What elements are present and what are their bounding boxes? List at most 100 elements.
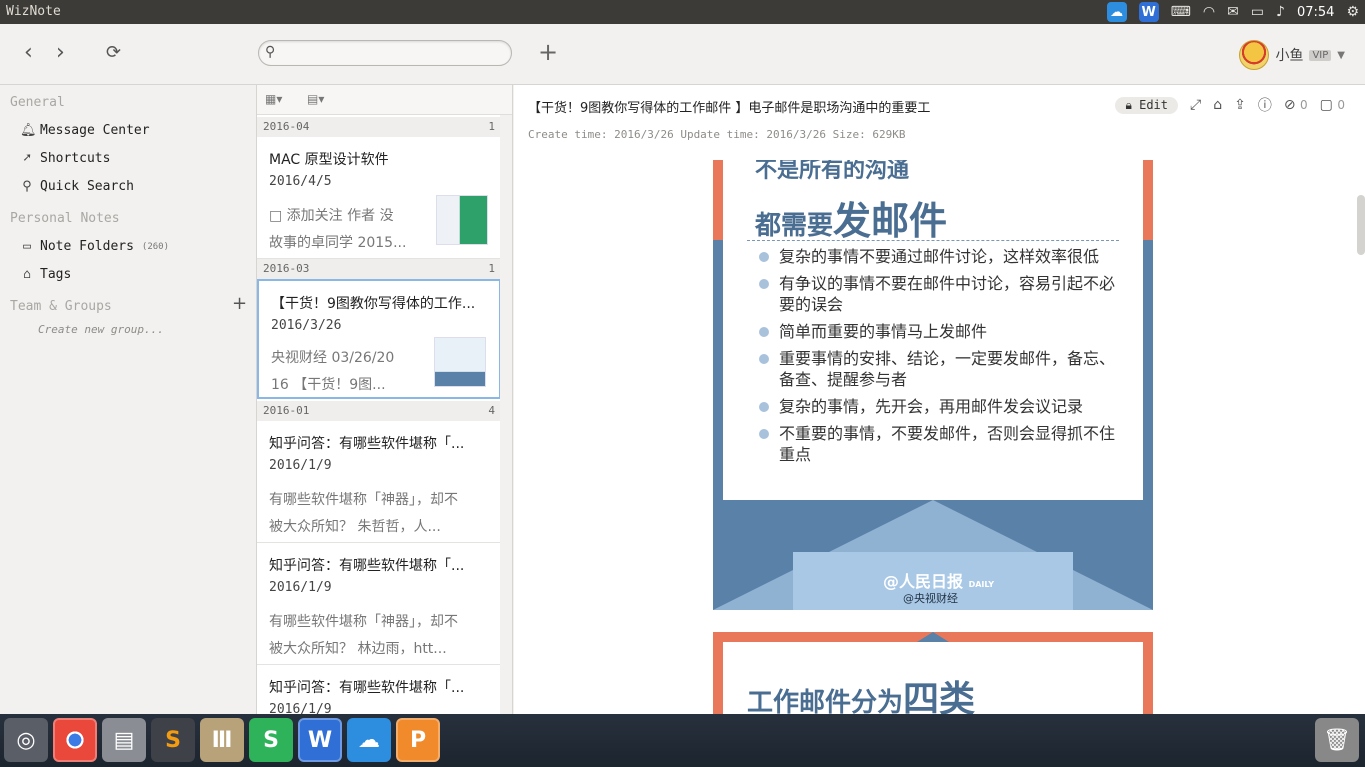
poster-bullet: 复杂的事情不要通过邮件讨论，这样效率很低 [759,246,1129,267]
list-item-selected[interactable]: 【干货！9图教你写得体的工作... 2016/3/26 央视财经 03/26/2… [257,279,501,399]
note-date: 2016/3/26 [271,318,342,333]
edit-button[interactable]: 🔒︎ Edit [1115,96,1179,114]
user-name: 小鱼 [1275,48,1304,64]
pdf-reader-icon[interactable]: P [396,718,440,762]
sidebar-item-quick-search[interactable]: ⚲ Quick Search [20,179,134,194]
poster-border-left [713,160,723,240]
poster-logo: @人民日报 DAILY [883,572,995,591]
sidebar-item-label: Quick Search [40,179,134,194]
share-icon[interactable]: ⇪ [1234,97,1246,113]
clock[interactable]: 07:54 [1297,5,1334,20]
sidebar-item-label: Tags [40,267,72,282]
folder-icon: ▭ [23,239,31,254]
baidu-cloud-icon[interactable]: ☁ [1106,2,1127,22]
sidebar-item-message-center[interactable]: 🔔︎ Message Center [20,123,150,138]
rocket-icon: ➚ [23,151,31,166]
sidebar-item-label: Message Center [40,123,150,138]
sublime-text-icon[interactable]: S [151,718,195,762]
file-manager-icon[interactable]: ▤ [102,718,146,762]
poster-watermark: @央视财经 [903,592,958,605]
battery-icon[interactable]: ▭ [1251,4,1264,20]
list-item[interactable]: 知乎问答：有哪些软件堪称「... 2016/1/9 有哪些软件堪称「神器」，却不… [257,421,501,543]
wps-writer-icon[interactable]: W [298,718,342,762]
poster-bullet: 不重要的事情，不要发邮件，否则会显得抓不住重点 [759,423,1129,465]
gear-icon[interactable]: ⚙ [1346,4,1359,20]
document-toolbar: 🔒︎ Edit ⤢ ⌂ ⇪ ⓘ ⊘ 0 ▢ 0 [1115,95,1345,115]
forward-button[interactable]: › [56,42,65,64]
sidebar: General 🔔︎ Message Center ➚ Shortcuts ⚲ … [0,85,257,714]
poster-heading-main: 都需要发邮件 [755,199,948,243]
poster-card: 不是所有的沟通 都需要发邮件 复杂的事情不要通过邮件讨论，这样效率很低 有争议的… [723,160,1143,500]
trash-icon[interactable]: 🗑︎ [1315,718,1359,762]
poster-bullet: 重要事情的安排、结论，一定要发邮件，备忘、备查、提醒参与者 [759,348,1129,390]
wps-icon[interactable]: W [1138,2,1159,22]
poster-bullet: 有争议的事情不要在邮件中讨论，容易引起不必要的误会 [759,273,1129,315]
user-menu[interactable]: 小鱼 VIP ▼ [1239,40,1345,70]
comment-count: 0 [1337,98,1345,112]
sidebar-item-label: Shortcuts [40,151,111,166]
search-input[interactable] [285,44,505,62]
poster-bullets: 复杂的事情不要通过邮件讨论，这样效率很低 有争议的事情不要在邮件中讨论，容易引起… [759,246,1129,471]
poster-next-heading: 工作邮件分为四类 [747,679,976,714]
edit-label: Edit [1139,97,1169,112]
spreadsheet-icon[interactable]: S [249,718,293,762]
lock-icon: 🔒︎ [1125,97,1132,112]
add-group-button[interactable]: + [232,293,247,314]
search-box[interactable]: ⚲ [258,40,512,66]
avatar[interactable] [1239,40,1270,70]
poster-bullet: 简单而重要的事情马上发邮件 [759,321,1129,342]
back-button[interactable]: ‹ [24,42,33,64]
mail-icon[interactable]: ✉ [1227,4,1239,20]
note-abstract: 有哪些软件堪称「神器」，却不 被大众所知？ 朱哲哲，人... [269,492,458,535]
sidebar-item-label: Note Folders [40,239,134,254]
group-count: 1 [488,120,495,133]
sidebar-item-note-folders[interactable]: ▭ Note Folders (260) [20,239,169,254]
volume-icon[interactable]: ♪ [1276,4,1285,20]
grid-view-icon[interactable]: ▦▾ [265,92,282,106]
list-item[interactable]: 知乎问答：有哪些软件堪称「... 2016/1/9 有哪些软件堪称「神器」，却不… [257,543,501,665]
group-date: 2016-01 [263,404,310,417]
note-abstract: 有哪些软件堪称「神器」，却不 被大众所知？ 林边雨，htt... [269,614,458,657]
content-scrollbar[interactable] [1357,195,1365,255]
document-title: 【干货！9图教你写得体的工作邮件 】电子邮件是职场沟通中的重要工 [528,101,931,116]
attachment-icon[interactable]: ⊘ 0 [1284,97,1308,113]
note-date: 2016/1/9 [269,458,332,473]
keyboard-icon[interactable]: ⌨ [1171,4,1191,20]
app-toolbar: ‹ › ⟳ ⚲ + 小鱼 VIP ▼ [0,24,1365,85]
section-personal-notes: Personal Notes [10,211,120,226]
chevron-down-icon[interactable]: ▼ [1337,50,1345,61]
sidebar-item-tags[interactable]: ⌂ Tags [20,267,71,282]
folder-count: (260) [141,241,170,252]
note-abstract: □ 添加关注 作者 没 故事的卓同学 2015... [269,208,407,251]
note-title: 知乎问答：有哪些软件堪称「... [269,436,465,452]
sort-view-icon[interactable]: ▤▾ [307,92,324,106]
section-team-groups: Team & Groups [10,299,112,314]
search-icon: ⚲ [22,179,32,194]
create-group-link[interactable]: Create new group... [38,323,164,336]
expand-icon[interactable]: ⤢ [1190,97,1201,113]
note-date: 2016/4/5 [269,174,332,189]
note-thumbnail [434,337,486,387]
comment-icon[interactable]: ▢ 0 [1320,97,1345,113]
sync-button[interactable]: ⟳ [106,42,121,64]
attachment-count: 0 [1300,98,1308,112]
new-note-button[interactable]: + [538,38,558,66]
group-count: 1 [488,262,495,275]
poster-divider [747,240,1119,241]
list-scrollbar[interactable] [500,115,512,714]
poster-image: 不是所有的沟通 都需要发邮件 复杂的事情不要通过邮件讨论，这样效率很低 有争议的… [713,160,1153,610]
note-date: 2016/1/9 [269,580,332,595]
ubuntu-logo-icon[interactable]: ◎ [4,718,48,762]
chrome-icon[interactable] [53,718,97,762]
info-icon[interactable]: ⓘ [1258,95,1272,115]
list-item[interactable]: 知乎问答：有哪些软件堪称「... 2016/1/9 [257,665,501,714]
note-thumbnail [436,195,488,245]
note-title: MAC 原型设计软件 [269,152,389,168]
tag-icon[interactable]: ⌂ [1213,97,1222,113]
sidebar-item-shortcuts[interactable]: ➚ Shortcuts [20,151,110,166]
baidu-cloud-icon[interactable]: ☁ [347,718,391,762]
note-list: ▦▾ ▤▾ 2016-04 1 MAC 原型设计软件 2016/4/5 □ 添加… [257,85,513,714]
list-item[interactable]: MAC 原型设计软件 2016/4/5 □ 添加关注 作者 没 故事的卓同学 2… [257,137,501,259]
wifi-icon[interactable]: ◠ [1203,4,1215,20]
library-icon[interactable]: Ⅲ [200,718,244,762]
